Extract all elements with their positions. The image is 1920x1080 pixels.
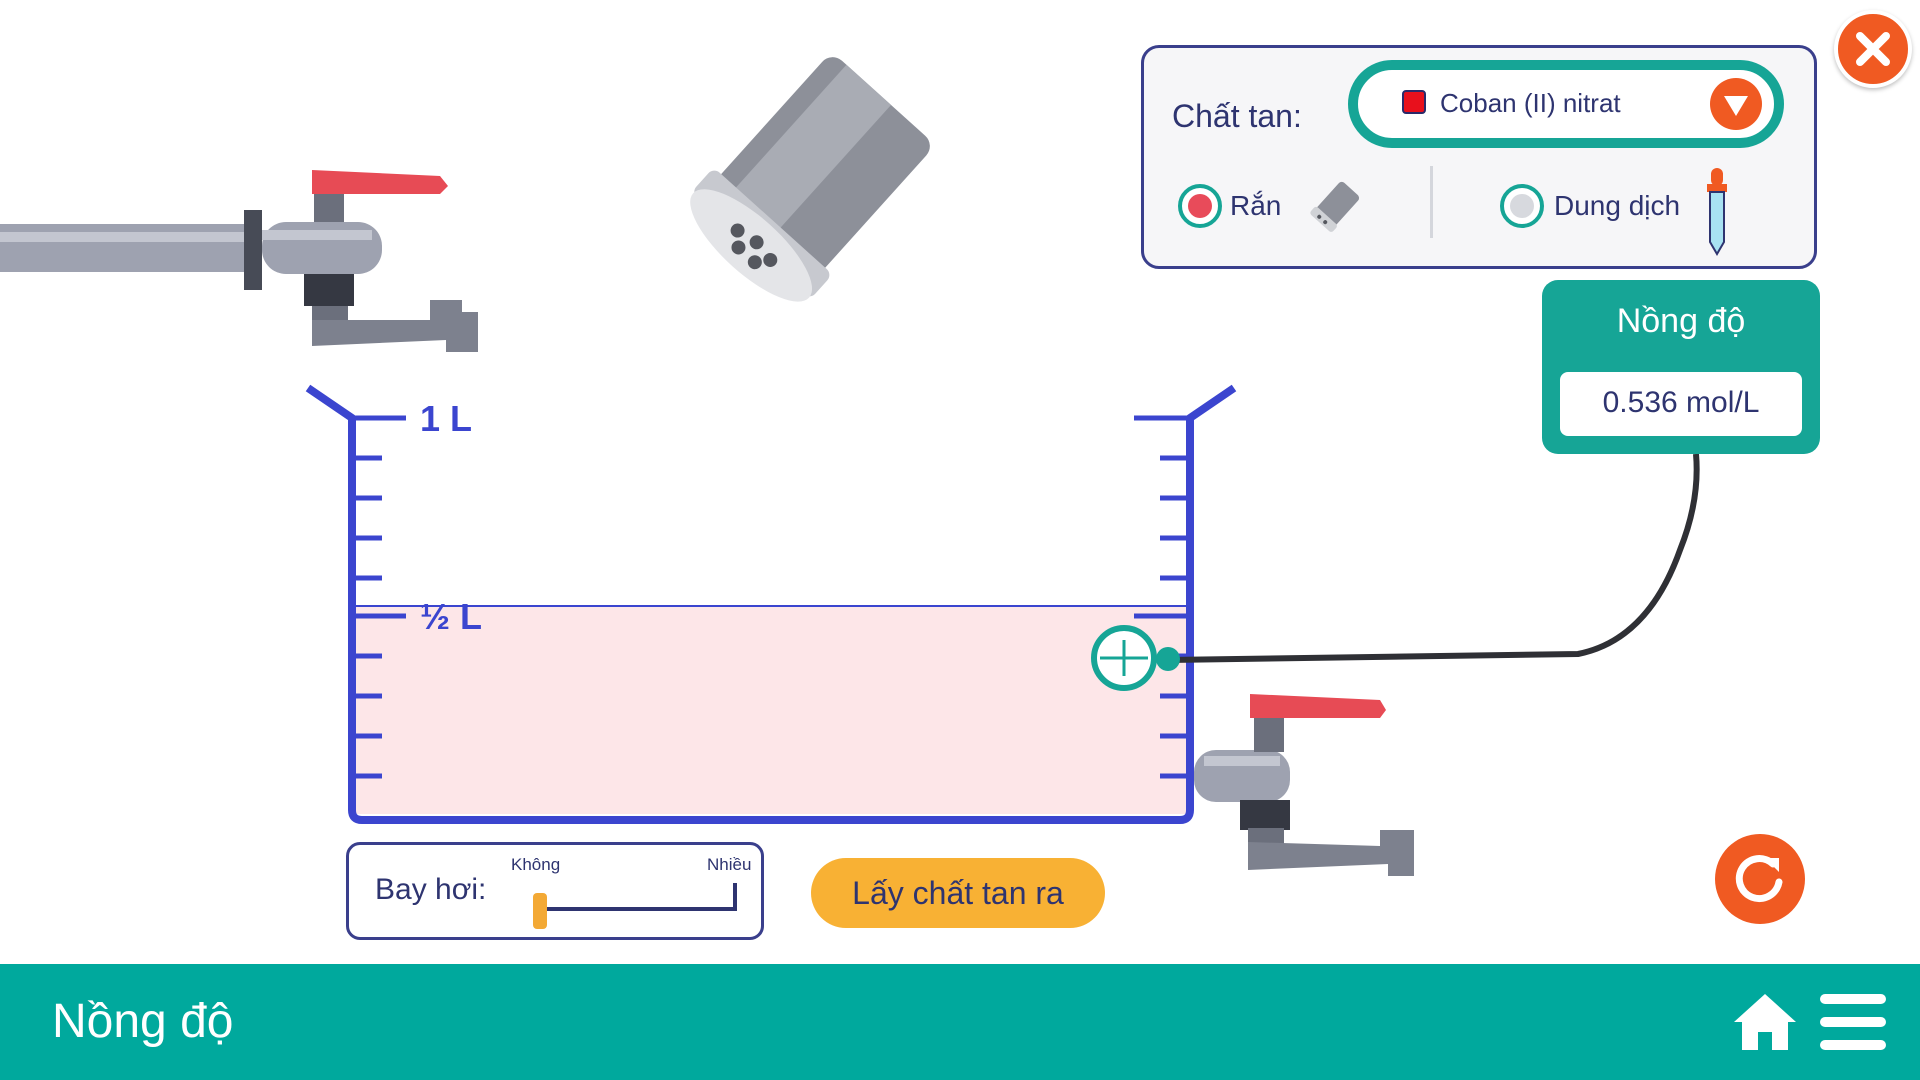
bottom-bar-title: Nồng độ <box>52 995 234 1048</box>
meter-display: 0.536 mol/L <box>1560 372 1802 436</box>
beaker-mark-full: 1 L <box>420 398 473 439</box>
dropper-icon <box>1707 168 1727 256</box>
solute-color-swatch <box>1402 90 1426 114</box>
home-icon <box>1734 994 1796 1050</box>
form-divider <box>1430 166 1433 238</box>
solution-radio[interactable] <box>1500 184 1544 228</box>
reset-icon <box>1735 855 1783 903</box>
meter-value: 0.536 mol/L <box>1602 386 1760 419</box>
evaporation-label: Bay hơi: <box>375 873 487 906</box>
shaker-mini-icon <box>1310 181 1360 232</box>
meter-title: Nồng độ <box>1616 302 1746 340</box>
concentration-meter: Nồng độ 0.536 mol/L <box>1542 280 1820 454</box>
evaporation-max-label: Nhiều <box>707 855 752 874</box>
water-input-faucet[interactable] <box>0 170 478 352</box>
evaporation-slider-thumb[interactable] <box>533 893 547 929</box>
evaporation-min-label: Không <box>511 855 561 874</box>
close-icon <box>1856 32 1890 66</box>
solid-radio-dot <box>1188 194 1212 218</box>
remove-solute-button[interactable]: Lấy chất tan ra <box>811 858 1105 928</box>
evaporation-panel: Bay hơi: Không Nhiều <box>346 842 764 940</box>
selected-solute-name: Coban (II) nitrat <box>1440 88 1621 118</box>
solid-radio[interactable] <box>1178 184 1222 228</box>
solution-radio-dot <box>1510 194 1534 218</box>
solution-label[interactable]: Dung dịch <box>1554 190 1680 222</box>
solute-dropdown[interactable]: Coban (II) nitrat <box>1348 60 1784 148</box>
close-button[interactable] <box>1834 10 1912 88</box>
evaporation-slider-end <box>733 883 737 911</box>
probe-cable <box>1167 453 1700 663</box>
bottom-bar: Nồng độ <box>0 964 1920 1080</box>
solute-label: Chất tan: <box>1172 98 1302 134</box>
reset-button[interactable] <box>1715 834 1805 924</box>
solute-shaker[interactable] <box>673 45 943 320</box>
menu-button[interactable] <box>1820 994 1886 1050</box>
evaporation-slider-track[interactable] <box>545 907 735 911</box>
beaker-mark-half: ½ L <box>420 596 483 637</box>
home-button[interactable] <box>1732 990 1798 1054</box>
chevron-down-icon[interactable] <box>1710 78 1762 130</box>
drain-faucet[interactable] <box>1194 694 1414 876</box>
solute-panel: Chất tan: Coban (II) nitrat Rắn Dung dịc… <box>1141 45 1817 269</box>
solid-label[interactable]: Rắn <box>1230 190 1281 222</box>
